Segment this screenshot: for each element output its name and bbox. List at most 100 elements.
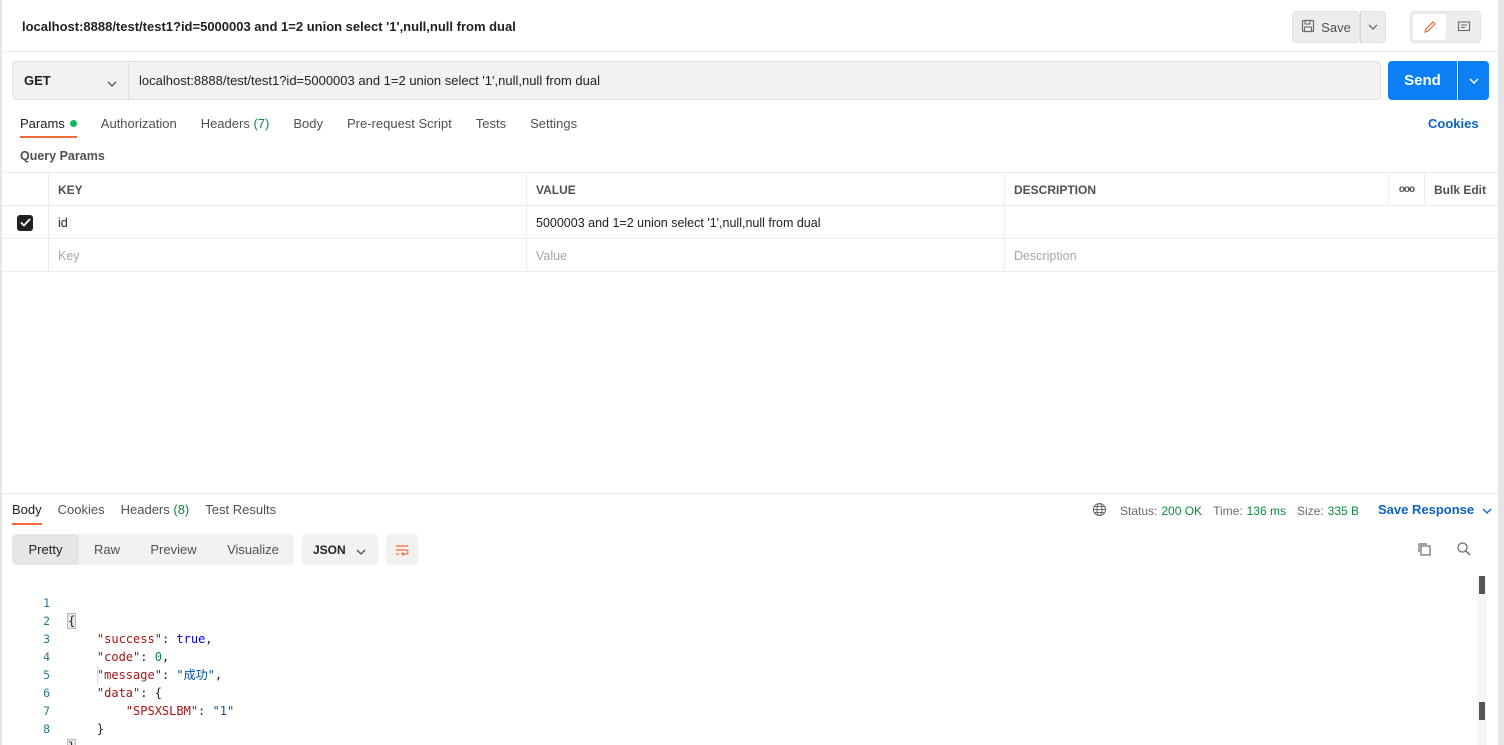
response-tabs: Body Cookies Headers (8) Test Results [12,502,292,525]
size-value[interactable]: 335 B [1328,504,1359,518]
response-meta: Status: 200 OK Time: 136 ms Size: 335 B [1092,502,1359,520]
param-value-cell[interactable]: 5000003 and 1=2 union select '1',null,nu… [526,206,1004,239]
save-label: Save [1321,19,1351,35]
status-label: Status: [1120,504,1158,518]
chevron-down-icon [107,75,117,90]
http-method-select[interactable]: GET [12,61,129,100]
tab-params[interactable]: Params [20,116,77,138]
tab-label: Cookies [57,502,105,517]
column-header-description: DESCRIPTION [1004,173,1388,206]
view-mode-visualize[interactable]: Visualize [212,534,294,565]
response-tab-headers[interactable]: Headers (8) [121,502,190,524]
table-row: id 5000003 and 1=2 union select '1',null… [2,206,1498,239]
scrollbar-thumb-top[interactable] [1479,576,1485,594]
tab-label: Headers [200,116,250,131]
copy-icon[interactable] [1416,541,1432,560]
new-key-input[interactable]: Key [48,239,526,272]
param-description-cell[interactable] [1004,206,1498,239]
code-line: 2 "success": true, [2,594,1478,646]
tab-authorization[interactable]: Authorization [101,116,177,137]
code-line: 3 "code": 0, [2,612,1478,664]
save-response-label: Save Response [1378,502,1475,517]
view-mode-preview[interactable]: Preview [135,534,212,565]
row-checkbox[interactable] [17,214,33,231]
send-options-chevron-down-icon[interactable] [1458,61,1489,100]
code-text: } [68,722,105,736]
response-divider[interactable] [2,493,1498,494]
checkmark-icon [19,218,31,227]
tab-body[interactable]: Body [293,116,323,137]
request-title[interactable]: localhost:8888/test/test1?id=5000003 and… [22,19,516,34]
code-line: 8 } [2,702,1478,745]
save-response-button[interactable]: Save Response [1378,502,1492,517]
send-button[interactable]: Send [1388,61,1457,100]
tab-label: Params [20,116,65,131]
save-button[interactable]: Save [1292,11,1360,43]
search-icon[interactable] [1456,541,1472,560]
table-row-empty: Key Value Description [2,239,1498,272]
param-key-cell[interactable]: id [48,206,526,239]
view-mode-pretty[interactable]: Pretty [12,534,79,565]
format-value: JSON [313,542,346,557]
table-header-row: KEY VALUE DESCRIPTION ooo Bulk Edit [2,173,1498,206]
code-line: 4 "message": "成功", [2,630,1478,682]
new-value-input[interactable]: Value [526,239,1004,272]
response-tab-cookies[interactable]: Cookies [58,502,105,524]
tab-label: Body [293,116,323,131]
request-tabs: Params Authorization Headers (7) Body Pr… [20,116,601,138]
http-method-value: GET [24,73,51,88]
save-options-chevron-down-icon[interactable] [1360,11,1386,43]
tab-label: Tests [475,116,507,131]
request-title-bar: localhost:8888/test/test1?id=5000003 and… [2,0,1498,52]
bulk-edit-button[interactable]: Bulk Edit [1424,173,1498,206]
more-options-icon[interactable]: ooo [1388,173,1424,206]
code-text: } [66,739,77,745]
code-line: 6 "SPSXSLBM": "1" [2,666,1478,718]
tab-count: (8) [173,502,190,517]
cookies-link[interactable]: Cookies [1428,116,1479,131]
response-body-editor[interactable]: 1 { 2 "success": true, 3 "code": 0, 4 "m… [2,576,1478,745]
time-label: Time: [1213,504,1243,518]
format-select[interactable]: JSON [302,534,378,565]
query-params-title: Query Params [20,149,105,163]
code-text: } [66,738,77,745]
tab-label: Body [12,502,42,517]
view-mode-toggle [1410,11,1481,43]
tab-headers[interactable]: Headers (7) [201,116,270,137]
query-params-table: KEY VALUE DESCRIPTION ooo Bulk Edit id 5… [2,172,1498,272]
response-tab-body[interactable]: Body [12,502,42,525]
line-number: 8 [43,722,50,736]
new-description-input[interactable]: Description [1004,239,1498,272]
status-value[interactable]: 200 OK [1161,504,1202,518]
globe-icon[interactable] [1092,502,1107,520]
tab-pre-request-script[interactable]: Pre-request Script [347,116,452,137]
chevron-down-icon [356,544,366,558]
tab-label: Test Results [205,502,277,517]
time-value[interactable]: 136 ms [1247,504,1286,518]
save-icon [1301,19,1315,36]
tab-label: Authorization [100,116,177,131]
tab-count: (7) [253,116,270,131]
row-checkbox-cell [2,206,48,239]
response-tab-test-results[interactable]: Test Results [205,502,276,524]
header-checkbox-column [2,173,48,206]
size-label: Size: [1296,504,1324,518]
body-view-modes: Pretty Raw Preview Visualize [12,534,294,565]
postman-request-window: localhost:8888/test/test1?id=5000003 and… [0,0,1504,745]
tab-tests[interactable]: Tests [476,116,506,137]
edit-pencil-icon[interactable] [1413,14,1446,40]
column-header-key: KEY [48,173,526,206]
wrap-lines-icon[interactable] [386,534,418,565]
view-mode-raw[interactable]: Raw [79,534,135,565]
code-line: 5 "data": { [2,648,1478,700]
tab-label: Pre-request Script [346,116,452,131]
url-input[interactable]: localhost:8888/test/test1?id=5000003 and… [129,61,1381,100]
chevron-down-icon [1482,502,1492,517]
empty-checkbox-cell [2,239,48,272]
scrollbar-thumb-bottom[interactable] [1479,702,1485,720]
documentation-comment-icon[interactable] [1448,14,1479,40]
params-active-dot-icon [69,120,77,127]
code-line: 1 { [2,576,1478,629]
tab-label: Settings [530,116,578,131]
tab-settings[interactable]: Settings [530,116,577,137]
